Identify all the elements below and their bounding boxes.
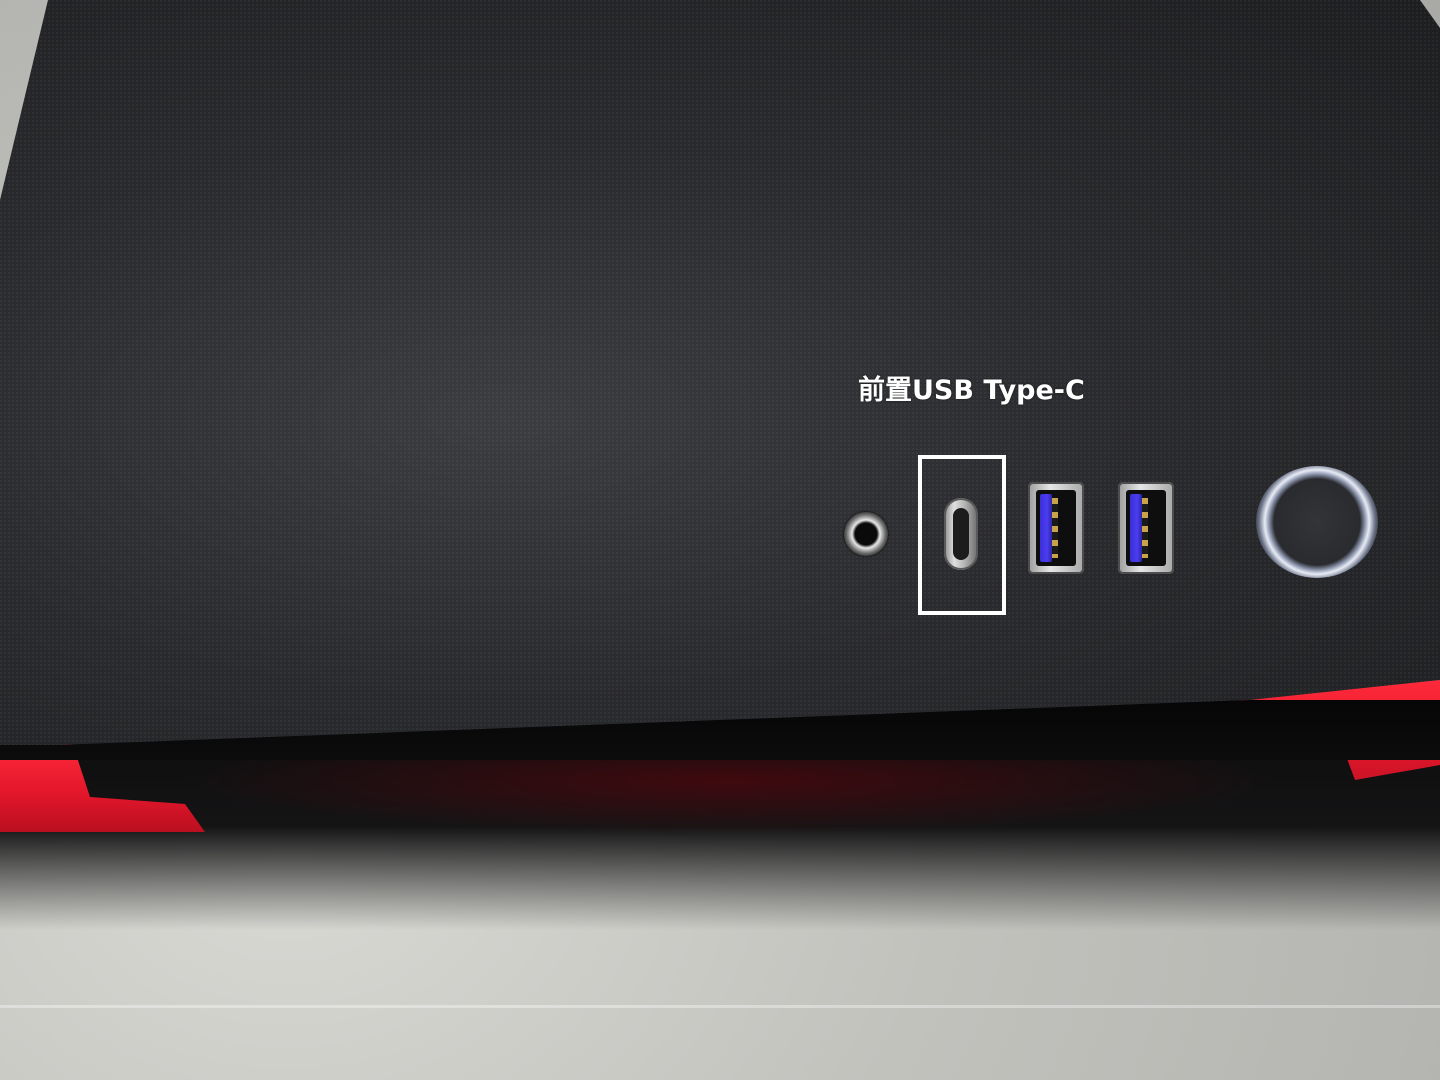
case-top-texture — [0, 0, 1440, 745]
audio-jack-port — [844, 512, 888, 556]
usb-a-port — [1118, 482, 1174, 574]
power-button — [1256, 466, 1378, 578]
usb-a-pins — [1142, 498, 1148, 558]
usb-a-blue-tongue — [1040, 494, 1052, 562]
usb-a-pins — [1052, 498, 1058, 558]
usb-type-c-caption: 前置USB Type-C — [858, 375, 1085, 406]
usb-a-port — [1028, 482, 1084, 574]
usb-type-c-highlight-box — [918, 455, 1006, 615]
floor-seam — [0, 1005, 1440, 1008]
photo-scene: 前置USB Type-C — [0, 0, 1440, 1080]
usb-a-blue-tongue — [1130, 494, 1142, 562]
